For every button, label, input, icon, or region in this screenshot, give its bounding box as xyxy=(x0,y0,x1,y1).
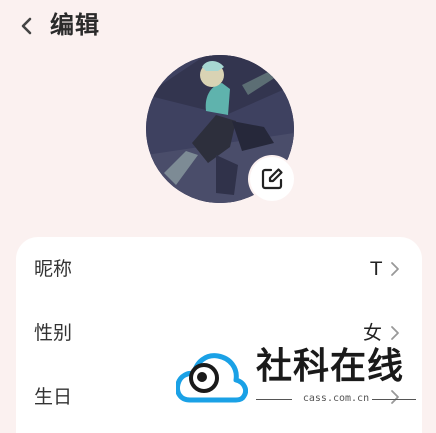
chevron-right-icon xyxy=(391,326,399,340)
back-button[interactable] xyxy=(14,9,42,41)
chevron-right-icon xyxy=(391,262,399,276)
back-arrow-icon xyxy=(21,17,32,35)
gender-value: 女 xyxy=(362,322,382,344)
edit-square-icon xyxy=(261,168,283,190)
nickname-label: 昵称 xyxy=(34,258,73,280)
watermark-divider xyxy=(372,399,416,400)
gender-label: 性别 xyxy=(34,322,73,344)
birthday-label: 生日 xyxy=(34,386,73,408)
edit-avatar-button[interactable] xyxy=(250,157,294,201)
page-title: 编辑 xyxy=(50,11,100,39)
watermark-name: 社科在线 xyxy=(256,346,405,387)
header: 编辑 xyxy=(0,0,436,50)
nickname-row[interactable]: 昵称 T xyxy=(16,237,422,301)
nickname-value: T xyxy=(370,258,382,280)
watermark: 社科在线 cass.com.cn xyxy=(176,346,416,410)
cloud-eye-logo-icon xyxy=(176,353,248,403)
